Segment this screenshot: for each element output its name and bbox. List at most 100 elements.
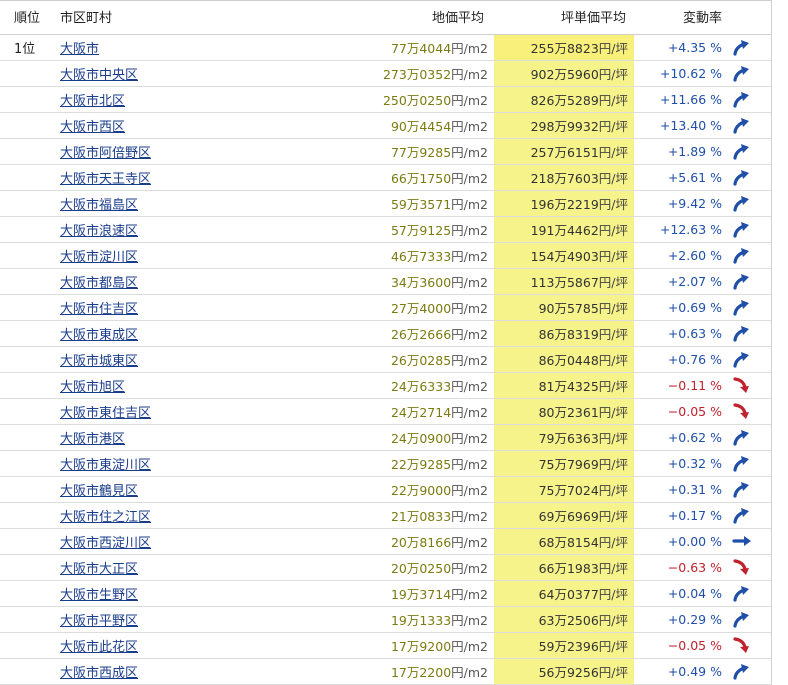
city-link[interactable]: 大阪市北区 — [60, 94, 125, 109]
change-rate-cell: −0.11 % — [667, 377, 722, 393]
tsubo-price-unit: 円/坪 — [598, 326, 628, 342]
table-row: 大阪市城東区 26万0285円/m2 86万0448円/坪 +0.76 % — [0, 346, 772, 372]
city-cell: 大阪市平野区 — [46, 606, 244, 632]
rank-cell — [0, 320, 46, 346]
rank-cell — [0, 658, 46, 684]
land-price-unit: 円/m2 — [451, 378, 488, 394]
tsubo-price-unit: 円/坪 — [598, 144, 628, 160]
city-cell: 大阪市天王寺区 — [46, 164, 244, 190]
city-link[interactable]: 大阪市西淀川区 — [60, 536, 151, 551]
city-cell: 大阪市都島区 — [46, 268, 244, 294]
city-link[interactable]: 大阪市住之江区 — [60, 510, 151, 525]
land-price-value: 24万6333 — [390, 378, 452, 394]
tsubo-price-value: 257万6151 — [530, 144, 599, 160]
land-price-cell: 66万1750円/m2 — [244, 164, 494, 190]
table-row: 1位 大阪市 77万4044円/m2 255万8823円/坪 +4.35 % — [0, 34, 772, 60]
land-price-unit: 円/m2 — [451, 586, 488, 602]
city-link[interactable]: 大阪市此花区 — [60, 640, 138, 655]
land-price-value: 273万0352 — [382, 66, 452, 82]
tsubo-price-cell: 64万0377円/坪 — [494, 580, 634, 606]
tsubo-price-value: 113万5867 — [530, 274, 599, 290]
table-row: 大阪市中央区 273万0352円/m2 902万5960円/坪 +10.62 % — [0, 60, 772, 86]
tsubo-price-value: 79万6363 — [538, 430, 599, 446]
land-price-value: 26万2666 — [390, 326, 452, 342]
trend-up-icon — [733, 248, 749, 264]
land-price-unit: 円/m2 — [451, 118, 488, 134]
table-row: 大阪市旭区 24万6333円/m2 81万4325円/坪 −0.11 % — [0, 372, 772, 398]
table-header-row: 順位 市区町村 地価平均 坪単価平均 変動率 — [0, 0, 772, 34]
tsubo-price-value: 902万5960 — [530, 66, 599, 82]
city-link[interactable]: 大阪市東淀川区 — [60, 458, 151, 473]
tsubo-price-value: 63万2506 — [538, 612, 599, 628]
table-row: 大阪市西淀川区 20万8166円/m2 68万8154円/坪 +0.00 % — [0, 528, 772, 554]
land-price-value: 24万0900 — [390, 430, 452, 446]
city-link[interactable]: 大阪市淀川区 — [60, 250, 138, 265]
land-price-cell: 19万3714円/m2 — [244, 580, 494, 606]
city-link[interactable]: 大阪市天王寺区 — [60, 172, 151, 187]
land-price-unit: 円/m2 — [451, 196, 488, 212]
rank-cell — [0, 268, 46, 294]
table-row: 大阪市大正区 20万0250円/m2 66万1983円/坪 −0.63 % — [0, 554, 772, 580]
city-link[interactable]: 大阪市阿倍野区 — [60, 146, 151, 161]
tsubo-price-unit: 円/坪 — [598, 534, 628, 550]
city-link[interactable]: 大阪市中央区 — [60, 68, 138, 83]
table-row: 大阪市東成区 26万2666円/m2 86万8319円/坪 +0.63 % — [0, 320, 772, 346]
city-cell: 大阪市西成区 — [46, 658, 244, 684]
city-link[interactable]: 大阪市港区 — [60, 432, 125, 447]
tsubo-price-cell: 66万1983円/坪 — [494, 554, 634, 580]
land-price-value: 19万3714 — [390, 586, 452, 602]
trend-cell — [726, 450, 772, 476]
table-row: 大阪市東住吉区 24万2714円/m2 80万2361円/坪 −0.05 % — [0, 398, 772, 424]
city-cell: 大阪市浪速区 — [46, 216, 244, 242]
trend-up-icon — [733, 326, 749, 342]
rank-cell — [0, 580, 46, 606]
city-cell: 大阪市鶴見区 — [46, 476, 244, 502]
rank-cell — [0, 190, 46, 216]
city-link[interactable]: 大阪市平野区 — [60, 614, 138, 629]
city-link[interactable]: 大阪市福島区 — [60, 198, 138, 213]
city-link[interactable]: 大阪市旭区 — [60, 380, 125, 395]
trend-up-icon — [733, 664, 749, 680]
tsubo-price-cell: 59万2396円/坪 — [494, 632, 634, 658]
city-link[interactable]: 大阪市都島区 — [60, 276, 138, 291]
land-price-cell: 24万2714円/m2 — [244, 398, 494, 424]
land-price-value: 19万1333 — [390, 612, 452, 628]
land-price-unit: 円/m2 — [451, 300, 488, 316]
trend-up-icon — [733, 586, 749, 602]
city-link[interactable]: 大阪市鶴見区 — [60, 484, 138, 499]
table-row: 大阪市淀川区 46万7333円/m2 154万4903円/坪 +2.60 % — [0, 242, 772, 268]
trend-up-icon — [733, 274, 749, 290]
change-rate-cell: +2.07 % — [667, 273, 722, 289]
city-link[interactable]: 大阪市東成区 — [60, 328, 138, 343]
city-link[interactable]: 大阪市城東区 — [60, 354, 138, 369]
land-price-unit: 円/m2 — [451, 638, 488, 654]
change-rate-cell: +13.40 % — [659, 117, 722, 133]
rank-cell — [0, 554, 46, 580]
city-link[interactable]: 大阪市住吉区 — [60, 302, 138, 317]
land-price-cell: 77万9285円/m2 — [244, 138, 494, 164]
city-link[interactable]: 大阪市西成区 — [60, 666, 138, 681]
tsubo-price-unit: 円/坪 — [598, 40, 628, 56]
tsubo-price-unit: 円/坪 — [598, 664, 628, 680]
city-link[interactable]: 大阪市生野区 — [60, 588, 138, 603]
city-link[interactable]: 大阪市浪速区 — [60, 224, 138, 239]
tsubo-price-value: 80万2361 — [538, 404, 599, 420]
tsubo-price-unit: 円/坪 — [598, 352, 628, 368]
trend-down-icon — [733, 403, 749, 419]
city-link[interactable]: 大阪市大正区 — [60, 562, 138, 577]
city-cell: 大阪市北区 — [46, 86, 244, 112]
change-rate-cell: +0.29 % — [667, 611, 722, 627]
rank-cell — [0, 346, 46, 372]
land-price-value: 90万4454 — [390, 118, 452, 134]
land-price-table: 順位 市区町村 地価平均 坪単価平均 変動率 1位 大阪市 77万4044円/m2 2… — [0, 0, 772, 685]
trend-up-icon — [733, 430, 749, 446]
city-link[interactable]: 大阪市 — [60, 42, 99, 57]
tsubo-price-unit: 円/坪 — [598, 92, 628, 108]
city-cell: 大阪市 — [46, 34, 244, 60]
land-price-unit: 円/m2 — [451, 222, 488, 238]
city-link[interactable]: 大阪市東住吉区 — [60, 406, 151, 421]
land-price-cell: 90万4454円/m2 — [244, 112, 494, 138]
rank-cell — [0, 502, 46, 528]
city-link[interactable]: 大阪市西区 — [60, 120, 125, 135]
tsubo-price-cell: 81万4325円/坪 — [494, 372, 634, 398]
